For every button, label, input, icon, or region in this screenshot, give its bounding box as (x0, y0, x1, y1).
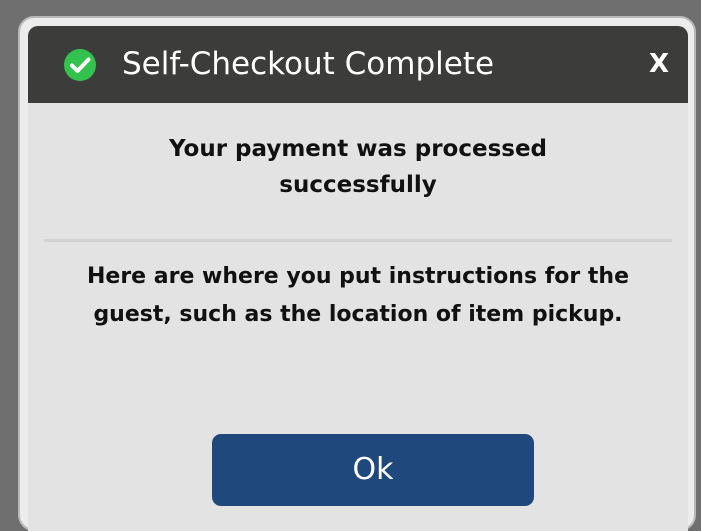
payment-message: Your payment was processed successfully (28, 131, 688, 203)
guest-instructions: Here are where you put instructions for … (28, 258, 688, 334)
checkout-complete-dialog: Self-Checkout Complete X Your payment wa… (28, 26, 688, 531)
dialog-title: Self-Checkout Complete (122, 46, 495, 82)
payment-message-line: Your payment was processed (168, 136, 548, 162)
check-circle-icon (64, 49, 96, 81)
close-button[interactable]: X (642, 46, 676, 82)
instruction-line: Here are where you put instructions for … (87, 264, 629, 289)
content-divider (44, 239, 672, 242)
ok-button[interactable]: Ok (212, 434, 534, 506)
instruction-line: guest, such as the location of item pick… (93, 302, 623, 327)
payment-message-line: successfully (279, 172, 437, 198)
dialog-titlebar: Self-Checkout Complete X (28, 26, 688, 103)
